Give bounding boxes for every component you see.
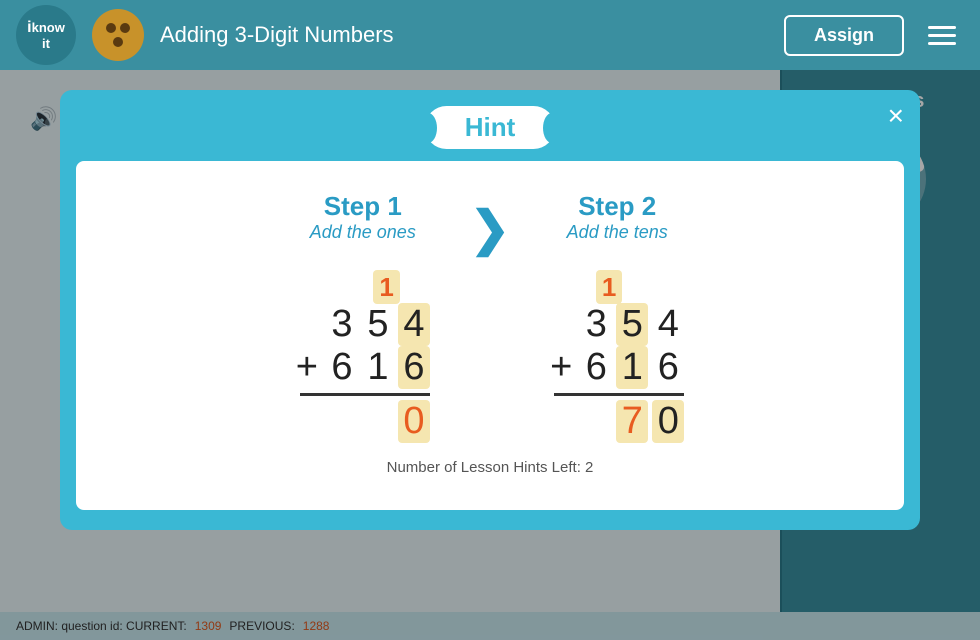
menu-line3 — [928, 42, 956, 45]
main-area: 🔊 354 + 616 = Progress 3/15 Hint × — [0, 70, 980, 640]
step2-n2d3: 6 — [652, 346, 684, 389]
step2-n1d3: 4 — [652, 303, 684, 346]
step2-n1d1: 3 — [580, 303, 612, 346]
logo-text: iknowit — [27, 19, 65, 51]
steps-container: Step 1 Add the ones 1 3 5 4 — [116, 191, 864, 443]
dot1 — [106, 23, 116, 33]
logo: iknowit — [16, 5, 76, 65]
step1-num1: 3 5 4 — [326, 303, 430, 346]
step2-math: 1 3 5 4 + 6 1 6 — [550, 263, 684, 443]
assign-button[interactable]: Assign — [784, 15, 904, 56]
step1-r1 — [326, 400, 358, 443]
step1-plus: + — [296, 346, 318, 389]
avatar-dots — [106, 23, 130, 47]
menu-line1 — [928, 26, 956, 29]
hints-left: Number of Lesson Hints Left: 2 — [116, 459, 864, 476]
step2-plus: + — [550, 346, 572, 389]
step2-result: 7 0 — [580, 400, 684, 443]
close-button[interactable]: × — [888, 102, 904, 130]
hint-modal: Hint × Step 1 Add the ones 1 — [60, 90, 920, 530]
step2-n1d2: 5 — [616, 303, 648, 346]
menu-line2 — [928, 34, 956, 37]
hint-body: Step 1 Add the ones 1 3 5 4 — [76, 161, 904, 510]
app-header: iknowit Adding 3-Digit Numbers Assign — [0, 0, 980, 70]
step1-r2 — [362, 400, 394, 443]
avatar — [92, 9, 144, 61]
step2-n2d1: 6 — [580, 346, 612, 389]
hint-title: Hint — [425, 106, 556, 149]
step2-n2d2: 1 — [616, 346, 648, 389]
step1-n2d3: 6 — [398, 346, 430, 389]
dot3 — [113, 37, 123, 47]
step2: Step 2 Add the tens 1 3 5 4 — [550, 191, 684, 443]
step1-subtitle: Add the ones — [310, 222, 416, 243]
step2-r3: 0 — [652, 400, 684, 443]
step1-num2: + 6 1 6 — [296, 346, 430, 389]
step1-r3: 0 — [398, 400, 430, 443]
step1: Step 1 Add the ones 1 3 5 4 — [296, 191, 430, 443]
step2-num2: + 6 1 6 — [550, 346, 684, 389]
step2-title: Step 2 — [578, 191, 656, 222]
step1-math: 1 3 5 4 + 6 1 6 — [296, 263, 430, 443]
step2-carry: 1 — [596, 270, 622, 304]
step1-n1d1: 3 — [326, 303, 358, 346]
lesson-title: Adding 3-Digit Numbers — [160, 22, 768, 48]
step1-title: Step 1 — [324, 191, 402, 222]
step2-r2: 7 — [616, 400, 648, 443]
step2-divider — [554, 393, 684, 396]
modal-overlay: Hint × Step 1 Add the ones 1 — [0, 70, 980, 640]
step2-subtitle: Add the tens — [567, 222, 668, 243]
step1-n2d1: 6 — [326, 346, 358, 389]
step1-n1d2: 5 — [362, 303, 394, 346]
menu-button[interactable] — [920, 18, 964, 53]
step1-result: 0 — [326, 400, 430, 443]
hint-header: Hint × — [60, 90, 920, 161]
step-chevron: ❯ — [470, 201, 510, 257]
step1-carry: 1 — [373, 270, 399, 304]
step2-r1 — [580, 400, 612, 443]
step2-num1: 3 5 4 — [580, 303, 684, 346]
step1-divider — [300, 393, 430, 396]
step1-n2d2: 1 — [362, 346, 394, 389]
step1-n1d3: 4 — [398, 303, 430, 346]
dot2 — [120, 23, 130, 33]
